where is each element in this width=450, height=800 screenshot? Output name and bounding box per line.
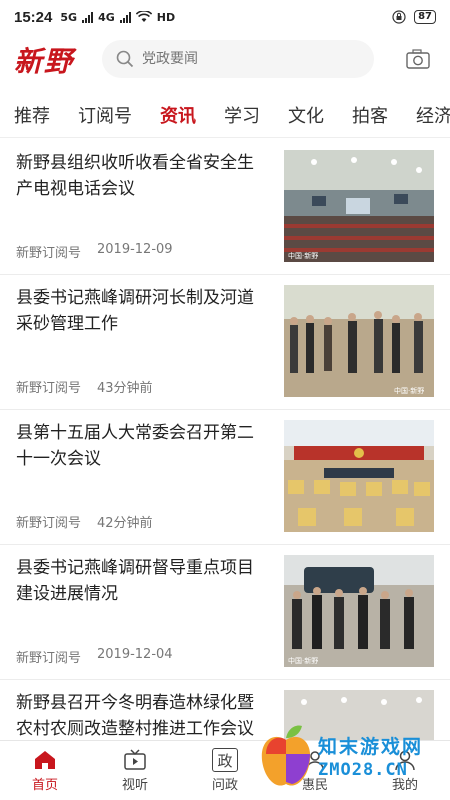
tab-culture[interactable]: 文化 bbox=[274, 102, 338, 128]
news-meta: 新野订阅号 43分钟前 bbox=[16, 377, 153, 396]
field-inspection-photo: 中国·新野 bbox=[284, 285, 434, 397]
tv-icon bbox=[124, 749, 146, 770]
news-thumbnail[interactable] bbox=[284, 420, 434, 532]
network-type-2: 4G bbox=[98, 10, 115, 24]
news-time: 42分钟前 bbox=[97, 516, 153, 531]
conference-hall-photo: 中国·新野 bbox=[284, 150, 434, 262]
news-item[interactable]: 县委书记燕峰调研督导重点项目建设进展情况 新野订阅号 2019-12-04 中国… bbox=[0, 545, 450, 680]
thumb-watermark: 中国·新野 bbox=[394, 386, 424, 395]
tabbar-home[interactable]: 首页 bbox=[0, 741, 90, 800]
tab-subscriptions[interactable]: 订阅号 bbox=[64, 102, 146, 128]
network-icons: 5G 4G HD bbox=[60, 11, 175, 24]
news-source: 新野订阅号 bbox=[16, 651, 82, 666]
news-source: 新野订阅号 bbox=[16, 516, 82, 531]
news-item[interactable]: 县委书记燕峰调研河长制及河道采砂管理工作 新野订阅号 43分钟前 中国·新野 bbox=[0, 275, 450, 410]
news-title[interactable]: 县委书记燕峰调研河长制及河道采砂管理工作 bbox=[16, 285, 268, 337]
site-visit-photo: 中国·新野 bbox=[284, 555, 434, 667]
news-time: 2019-12-04 bbox=[97, 647, 173, 662]
signal-icon bbox=[82, 11, 94, 23]
site-watermark: 知末游戏网 ZMO28.CN bbox=[256, 716, 450, 800]
tab-recommend[interactable]: 推荐 bbox=[0, 102, 64, 128]
meeting-room-photo bbox=[284, 420, 434, 532]
news-time: 2019-12-09 bbox=[97, 242, 173, 257]
search-input[interactable] bbox=[142, 51, 342, 67]
news-item[interactable]: 新野县组织收听收看全省安全生产电视电话会议 新野订阅号 2019-12-09 中… bbox=[0, 140, 450, 275]
tabbar-politics-label: 问政 bbox=[211, 778, 238, 793]
tab-study[interactable]: 学习 bbox=[210, 102, 274, 128]
news-thumbnail[interactable]: 中国·新野 bbox=[284, 150, 434, 262]
category-tabs: 推荐 订阅号 资讯 学习 文化 拍客 经济 bbox=[0, 92, 450, 138]
search-bar[interactable] bbox=[102, 40, 374, 78]
tabbar-media[interactable]: 视听 bbox=[90, 741, 180, 800]
app-logo: 新野 bbox=[14, 45, 75, 78]
news-meta: 新野订阅号 2019-12-09 bbox=[16, 242, 173, 261]
hd-indicator: HD bbox=[156, 10, 176, 24]
news-feed: 新野县组织收听收看全省安全生产电视电话会议 新野订阅号 2019-12-09 中… bbox=[0, 140, 450, 740]
status-time: 15:24 bbox=[14, 8, 53, 26]
news-title[interactable]: 新野县组织收听收看全省安全生产电视电话会议 bbox=[16, 150, 268, 202]
news-thumbnail[interactable]: 中国·新野 bbox=[284, 285, 434, 397]
thumb-watermark: 中国·新野 bbox=[288, 656, 318, 665]
battery-indicator: 87 bbox=[414, 10, 436, 24]
tabbar-home-label: 首页 bbox=[31, 778, 58, 793]
app-header: 新野 bbox=[0, 36, 450, 84]
tab-economy[interactable]: 经济 bbox=[402, 102, 450, 128]
rotation-lock-icon bbox=[392, 10, 406, 24]
network-type-1: 5G bbox=[60, 10, 78, 24]
tabbar-media-label: 视听 bbox=[121, 778, 148, 793]
news-item[interactable]: 县第十五届人大常委会召开第二十一次会议 新野订阅号 42分钟前 bbox=[0, 410, 450, 545]
watermark-domain: ZMO28.CN bbox=[318, 760, 408, 780]
wifi-icon bbox=[135, 11, 152, 22]
news-thumbnail[interactable]: 中国·新野 bbox=[284, 555, 434, 667]
news-meta: 新野订阅号 2019-12-04 bbox=[16, 647, 173, 666]
zheng-box-icon: 政 bbox=[212, 748, 238, 772]
news-source: 新野订阅号 bbox=[16, 381, 82, 396]
apple-logo-icon bbox=[261, 725, 311, 786]
tab-photographer[interactable]: 拍客 bbox=[338, 102, 402, 128]
search-icon bbox=[116, 50, 134, 68]
signal-icon-2 bbox=[119, 11, 131, 23]
news-title[interactable]: 新野县召开今冬明春造林绿化暨农村农厕改造整村推进工作会议 bbox=[16, 690, 268, 740]
news-source: 新野订阅号 bbox=[16, 246, 82, 261]
news-time: 43分钟前 bbox=[97, 381, 153, 396]
news-title[interactable]: 县委书记燕峰调研督导重点项目建设进展情况 bbox=[16, 555, 268, 607]
thumb-watermark: 中国·新野 bbox=[288, 251, 318, 260]
camera-icon[interactable] bbox=[406, 48, 430, 70]
tab-news[interactable]: 资讯 bbox=[146, 102, 210, 128]
watermark-text: 知末游戏网 bbox=[318, 736, 424, 758]
news-meta: 新野订阅号 42分钟前 bbox=[16, 512, 153, 531]
home-icon bbox=[35, 751, 55, 769]
news-title[interactable]: 县第十五届人大常委会召开第二十一次会议 bbox=[16, 420, 268, 472]
status-bar: 15:24 5G 4G HD 87 bbox=[0, 0, 450, 34]
